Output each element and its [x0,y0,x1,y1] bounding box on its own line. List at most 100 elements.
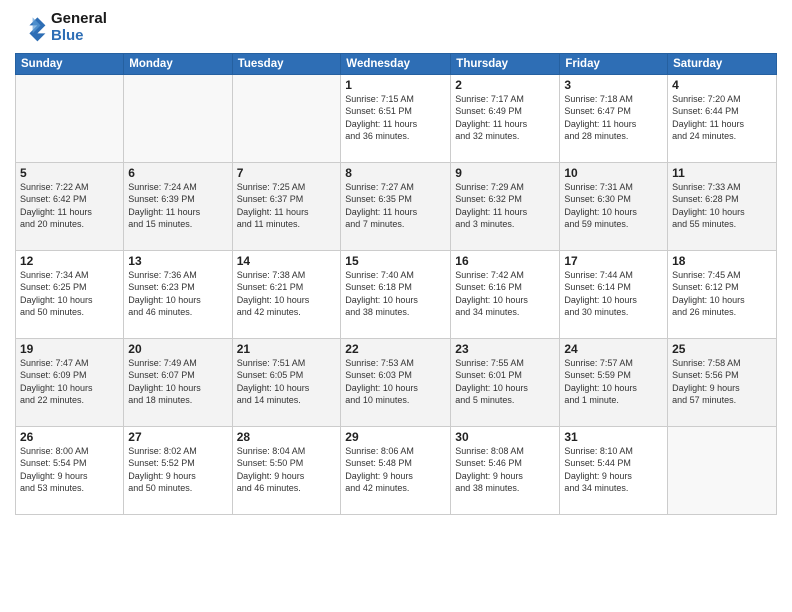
day-info: Sunrise: 7:31 AM Sunset: 6:30 PM Dayligh… [564,181,663,231]
calendar-cell [668,426,777,514]
day-info: Sunrise: 8:04 AM Sunset: 5:50 PM Dayligh… [237,445,337,495]
day-info: Sunrise: 7:53 AM Sunset: 6:03 PM Dayligh… [345,357,446,407]
calendar-cell: 18Sunrise: 7:45 AM Sunset: 6:12 PM Dayli… [668,250,777,338]
day-number: 15 [345,254,446,268]
calendar-cell: 11Sunrise: 7:33 AM Sunset: 6:28 PM Dayli… [668,162,777,250]
day-info: Sunrise: 7:47 AM Sunset: 6:09 PM Dayligh… [20,357,119,407]
day-number: 30 [455,430,555,444]
calendar-week-row: 19Sunrise: 7:47 AM Sunset: 6:09 PM Dayli… [16,338,777,426]
day-number: 16 [455,254,555,268]
weekday-header: Thursday [451,53,560,74]
day-info: Sunrise: 7:29 AM Sunset: 6:32 PM Dayligh… [455,181,555,231]
calendar-cell: 5Sunrise: 7:22 AM Sunset: 6:42 PM Daylig… [16,162,124,250]
day-number: 10 [564,166,663,180]
day-number: 19 [20,342,119,356]
day-number: 22 [345,342,446,356]
calendar-cell: 29Sunrise: 8:06 AM Sunset: 5:48 PM Dayli… [341,426,451,514]
calendar-cell: 20Sunrise: 7:49 AM Sunset: 6:07 PM Dayli… [124,338,232,426]
day-info: Sunrise: 7:49 AM Sunset: 6:07 PM Dayligh… [128,357,227,407]
day-info: Sunrise: 7:33 AM Sunset: 6:28 PM Dayligh… [672,181,772,231]
calendar-table: SundayMondayTuesdayWednesdayThursdayFrid… [15,53,777,515]
day-number: 31 [564,430,663,444]
day-info: Sunrise: 7:55 AM Sunset: 6:01 PM Dayligh… [455,357,555,407]
calendar-week-row: 5Sunrise: 7:22 AM Sunset: 6:42 PM Daylig… [16,162,777,250]
calendar-cell: 12Sunrise: 7:34 AM Sunset: 6:25 PM Dayli… [16,250,124,338]
header: General Blue [15,10,777,45]
calendar-cell: 6Sunrise: 7:24 AM Sunset: 6:39 PM Daylig… [124,162,232,250]
day-number: 2 [455,78,555,92]
logo-icon [15,11,47,43]
calendar-cell: 1Sunrise: 7:15 AM Sunset: 6:51 PM Daylig… [341,74,451,162]
calendar-cell: 7Sunrise: 7:25 AM Sunset: 6:37 PM Daylig… [232,162,341,250]
calendar-cell [16,74,124,162]
calendar-cell: 8Sunrise: 7:27 AM Sunset: 6:35 PM Daylig… [341,162,451,250]
weekday-header: Monday [124,53,232,74]
day-info: Sunrise: 7:17 AM Sunset: 6:49 PM Dayligh… [455,93,555,143]
day-number: 20 [128,342,227,356]
day-info: Sunrise: 7:57 AM Sunset: 5:59 PM Dayligh… [564,357,663,407]
day-info: Sunrise: 7:18 AM Sunset: 6:47 PM Dayligh… [564,93,663,143]
calendar-cell: 13Sunrise: 7:36 AM Sunset: 6:23 PM Dayli… [124,250,232,338]
day-number: 14 [237,254,337,268]
day-info: Sunrise: 7:51 AM Sunset: 6:05 PM Dayligh… [237,357,337,407]
day-number: 21 [237,342,337,356]
calendar-cell: 31Sunrise: 8:10 AM Sunset: 5:44 PM Dayli… [560,426,668,514]
calendar-week-row: 12Sunrise: 7:34 AM Sunset: 6:25 PM Dayli… [16,250,777,338]
calendar-cell: 28Sunrise: 8:04 AM Sunset: 5:50 PM Dayli… [232,426,341,514]
day-info: Sunrise: 7:34 AM Sunset: 6:25 PM Dayligh… [20,269,119,319]
calendar-cell [124,74,232,162]
page: General Blue SundayMondayTuesdayWednesda… [0,0,792,612]
day-info: Sunrise: 8:00 AM Sunset: 5:54 PM Dayligh… [20,445,119,495]
day-number: 1 [345,78,446,92]
day-info: Sunrise: 7:27 AM Sunset: 6:35 PM Dayligh… [345,181,446,231]
weekday-header-row: SundayMondayTuesdayWednesdayThursdayFrid… [16,53,777,74]
day-info: Sunrise: 7:36 AM Sunset: 6:23 PM Dayligh… [128,269,227,319]
day-info: Sunrise: 7:58 AM Sunset: 5:56 PM Dayligh… [672,357,772,407]
weekday-header: Saturday [668,53,777,74]
calendar-cell: 15Sunrise: 7:40 AM Sunset: 6:18 PM Dayli… [341,250,451,338]
weekday-header: Tuesday [232,53,341,74]
day-info: Sunrise: 7:25 AM Sunset: 6:37 PM Dayligh… [237,181,337,231]
day-number: 9 [455,166,555,180]
calendar-cell [232,74,341,162]
calendar-cell: 26Sunrise: 8:00 AM Sunset: 5:54 PM Dayli… [16,426,124,514]
day-number: 24 [564,342,663,356]
calendar-cell: 17Sunrise: 7:44 AM Sunset: 6:14 PM Dayli… [560,250,668,338]
day-number: 6 [128,166,227,180]
day-number: 27 [128,430,227,444]
day-number: 26 [20,430,119,444]
day-number: 4 [672,78,772,92]
calendar-cell: 30Sunrise: 8:08 AM Sunset: 5:46 PM Dayli… [451,426,560,514]
day-number: 18 [672,254,772,268]
day-number: 8 [345,166,446,180]
weekday-header: Sunday [16,53,124,74]
calendar-cell: 9Sunrise: 7:29 AM Sunset: 6:32 PM Daylig… [451,162,560,250]
logo: General Blue [15,10,107,45]
calendar-cell: 25Sunrise: 7:58 AM Sunset: 5:56 PM Dayli… [668,338,777,426]
calendar-cell: 14Sunrise: 7:38 AM Sunset: 6:21 PM Dayli… [232,250,341,338]
calendar-cell: 3Sunrise: 7:18 AM Sunset: 6:47 PM Daylig… [560,74,668,162]
day-info: Sunrise: 7:15 AM Sunset: 6:51 PM Dayligh… [345,93,446,143]
calendar-week-row: 1Sunrise: 7:15 AM Sunset: 6:51 PM Daylig… [16,74,777,162]
day-number: 12 [20,254,119,268]
day-info: Sunrise: 8:02 AM Sunset: 5:52 PM Dayligh… [128,445,227,495]
day-number: 3 [564,78,663,92]
calendar-cell: 19Sunrise: 7:47 AM Sunset: 6:09 PM Dayli… [16,338,124,426]
weekday-header: Wednesday [341,53,451,74]
day-number: 29 [345,430,446,444]
day-info: Sunrise: 8:08 AM Sunset: 5:46 PM Dayligh… [455,445,555,495]
day-number: 5 [20,166,119,180]
day-info: Sunrise: 8:10 AM Sunset: 5:44 PM Dayligh… [564,445,663,495]
logo-text: General Blue [51,10,107,45]
day-number: 23 [455,342,555,356]
day-info: Sunrise: 7:45 AM Sunset: 6:12 PM Dayligh… [672,269,772,319]
calendar-cell: 16Sunrise: 7:42 AM Sunset: 6:16 PM Dayli… [451,250,560,338]
day-info: Sunrise: 8:06 AM Sunset: 5:48 PM Dayligh… [345,445,446,495]
calendar-cell: 24Sunrise: 7:57 AM Sunset: 5:59 PM Dayli… [560,338,668,426]
day-info: Sunrise: 7:22 AM Sunset: 6:42 PM Dayligh… [20,181,119,231]
day-number: 11 [672,166,772,180]
weekday-header: Friday [560,53,668,74]
day-number: 17 [564,254,663,268]
calendar-week-row: 26Sunrise: 8:00 AM Sunset: 5:54 PM Dayli… [16,426,777,514]
calendar-cell: 2Sunrise: 7:17 AM Sunset: 6:49 PM Daylig… [451,74,560,162]
